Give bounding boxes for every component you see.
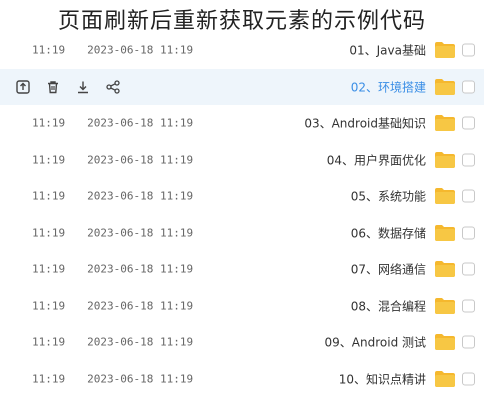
file-name: 09、Android 测试 — [324, 335, 426, 350]
row-checkbox[interactable] — [462, 153, 475, 167]
row-datetime: 11:19 2023-06-18 11:19 — [32, 262, 194, 276]
folder-icon — [435, 334, 455, 351]
file-row-09[interactable]: 11:19 2023-06-18 11:19 09、Android 测试 — [0, 324, 484, 361]
row-checkbox[interactable] — [462, 299, 475, 313]
file-name: 07、网络通信 — [350, 262, 426, 277]
row-datetime: 11:19 2023-06-18 11:19 — [32, 153, 194, 167]
row-datetime: 11:19 2023-06-18 11:19 — [32, 226, 194, 240]
file-name: 05、系统功能 — [350, 189, 426, 204]
file-name: 04、用户界面优化 — [326, 153, 426, 168]
file-name: 03、Android基础知识 — [304, 116, 426, 131]
folder-icon — [435, 224, 455, 241]
folder-icon — [435, 151, 455, 168]
folder-icon — [435, 188, 455, 205]
file-row-08[interactable]: 11:19 2023-06-18 11:19 08、混合编程 — [0, 288, 484, 325]
row-actions — [14, 78, 122, 96]
row-datetime: 11:19 2023-06-18 11:19 — [32, 335, 194, 349]
folder-icon — [435, 370, 455, 387]
row-checkbox[interactable] — [462, 335, 475, 349]
row-checkbox[interactable] — [462, 116, 475, 130]
file-name: 01、Java基础 — [349, 43, 426, 58]
folder-icon — [435, 261, 455, 278]
file-row-06[interactable]: 11:19 2023-06-18 11:19 06、数据存储 — [0, 215, 484, 252]
file-row-07[interactable]: 11:19 2023-06-18 11:19 07、网络通信 — [0, 251, 484, 288]
row-checkbox[interactable] — [462, 43, 475, 57]
file-row-02[interactable]: 02、环境搭建 — [0, 68, 484, 105]
row-time-prefix: 11:19 — [32, 43, 66, 57]
row-checkbox[interactable] — [462, 80, 475, 94]
download-icon[interactable] — [74, 78, 92, 96]
file-row-04[interactable]: 11:19 2023-06-18 11:19 04、用户界面优化 — [0, 142, 484, 179]
file-row-05[interactable]: 11:19 2023-06-18 11:19 05、系统功能 — [0, 178, 484, 215]
row-checkbox[interactable] — [462, 189, 475, 203]
file-name: 10、知识点精讲 — [338, 372, 426, 387]
row-datetime: 11:19 2023-06-18 11:19 — [32, 43, 194, 57]
file-row-10[interactable]: 11:19 2023-06-18 11:19 10、知识点精讲 — [0, 361, 484, 398]
row-checkbox[interactable] — [462, 226, 475, 240]
file-name: 02、环境搭建 — [350, 80, 426, 95]
file-name: 08、混合编程 — [350, 299, 426, 314]
file-row-01[interactable]: 11:19 2023-06-18 11:19 01、Java基础 — [0, 32, 484, 69]
row-datetime: 11:19 2023-06-18 11:19 — [32, 116, 194, 130]
row-checkbox[interactable] — [462, 372, 475, 386]
row-checkbox[interactable] — [462, 262, 475, 276]
folder-icon — [435, 115, 455, 132]
file-row-03[interactable]: 11:19 2023-06-18 11:19 03、Android基础知识 — [0, 105, 484, 142]
file-list: 11:19 2023-06-18 11:19 01、Java基础 02、环境搭建 … — [0, 32, 484, 397]
share-icon[interactable] — [104, 78, 122, 96]
upload-icon[interactable] — [14, 78, 32, 96]
folder-icon — [435, 297, 455, 314]
file-name: 06、数据存储 — [350, 226, 426, 241]
folder-icon — [435, 42, 455, 59]
delete-icon[interactable] — [44, 78, 62, 96]
row-datetime: 11:19 2023-06-18 11:19 — [32, 372, 194, 386]
row-datetime: 11:19 2023-06-18 11:19 — [32, 189, 194, 203]
row-datetime: 11:19 2023-06-18 11:19 — [32, 299, 194, 313]
folder-icon — [435, 78, 455, 95]
